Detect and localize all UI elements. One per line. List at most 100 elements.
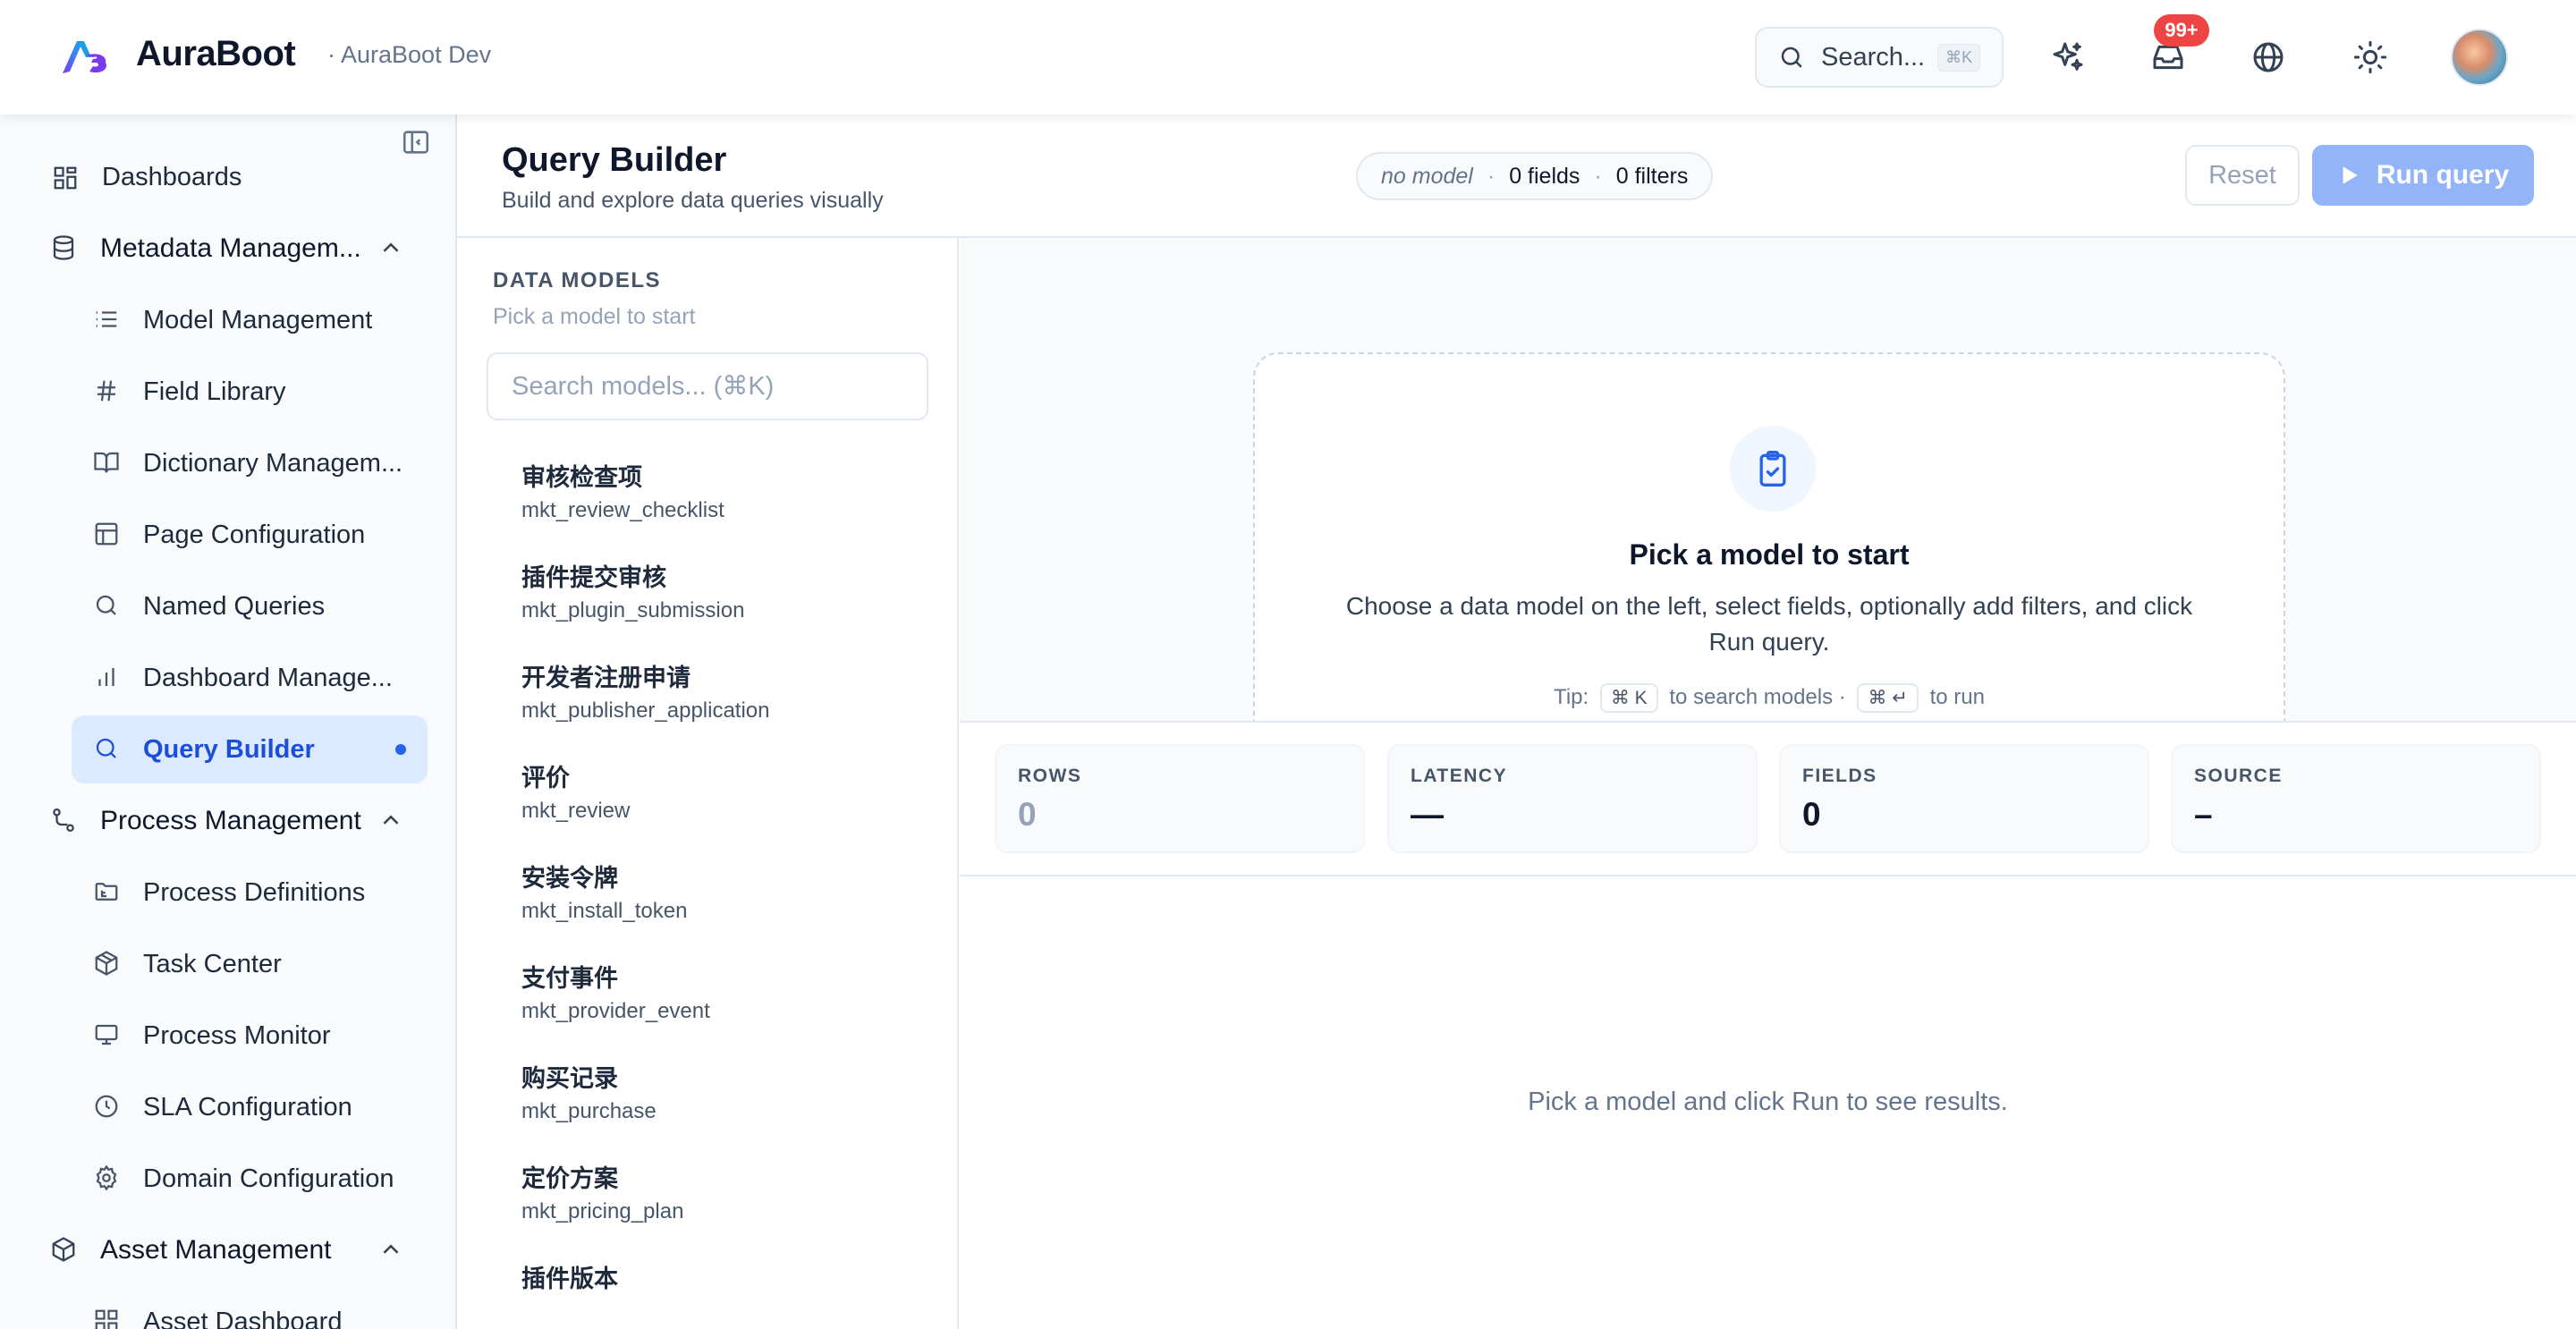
- search-icon: [96, 738, 116, 758]
- data-models-panel: DATA MODELS Pick a model to start 审核检查项 …: [457, 238, 959, 1329]
- stat-card-source: SOURCE –: [2171, 744, 2541, 853]
- sidebar-item-dashboard-management[interactable]: Dashboard Manage...: [0, 644, 455, 712]
- search-icon: [1781, 47, 1802, 68]
- play-icon: [2343, 166, 2358, 184]
- model-item[interactable]: 插件版本: [521, 1259, 618, 1299]
- results-area: Pick a model and click Run to see result…: [960, 876, 2576, 1329]
- stat-value: –: [2194, 796, 2213, 833]
- hash-icon: [97, 380, 115, 402]
- list-icon: [96, 311, 117, 327]
- sparkles-icon[interactable]: [2050, 39, 2086, 75]
- bar-chart-icon: [98, 668, 114, 686]
- stat-label: LATENCY: [1411, 766, 1508, 786]
- sidebar-item-label: Dictionary Managem...: [143, 448, 403, 478]
- sidebar-item-asset-dashboard[interactable]: Asset Dashboard: [0, 1288, 455, 1329]
- model-name: 安装令牌: [521, 865, 618, 893]
- sidebar-item-label: Task Center: [143, 949, 282, 978]
- stat-label: SOURCE: [2194, 766, 2283, 786]
- sidebar-item-model-management[interactable]: Model Management: [0, 286, 455, 354]
- sidebar-item-label: Process Monitor: [143, 1020, 331, 1050]
- auraboot-logo[interactable]: [59, 36, 111, 77]
- page-title: Query Builder: [502, 141, 727, 179]
- top-header: AuraBoot · AuraBoot Dev Search... ⌘K 99+: [0, 0, 2576, 114]
- model-name: 定价方案: [521, 1165, 618, 1193]
- sidebar-item-sla-configuration[interactable]: SLA Configuration: [0, 1073, 455, 1141]
- sidebar-group-metadata[interactable]: Metadata Managem...: [0, 215, 455, 283]
- clipboard-check-icon: [1759, 451, 1786, 487]
- stat-value: —: [1411, 796, 1444, 833]
- sidebar-item-label: Process Management: [100, 806, 361, 835]
- sidebar-item-label: Model Management: [143, 305, 373, 334]
- sun-icon[interactable]: [2352, 39, 2388, 75]
- sidebar-item-dictionary[interactable]: Dictionary Managem...: [0, 429, 455, 497]
- database-icon: [53, 235, 74, 260]
- environment-label: · AuraBoot Dev: [327, 41, 492, 68]
- stat-card-fields: FIELDS 0: [1779, 744, 2149, 853]
- sidebar-item-page-configuration[interactable]: Page Configuration: [0, 501, 455, 569]
- model-item[interactable]: 支付事件 mkt_provider_event: [521, 959, 710, 1024]
- global-search-button[interactable]: Search... ⌘K: [1755, 27, 2004, 88]
- empty-state-description: Choose a data model on the left, select …: [1345, 592, 2193, 656]
- sidebar-group-process[interactable]: Process Management: [0, 787, 455, 855]
- sidebar-item-label: Dashboard Manage...: [143, 663, 393, 692]
- model-code: mkt_pricing_plan: [521, 1199, 684, 1223]
- stat-card-latency: LATENCY —: [1387, 744, 1758, 853]
- sidebar-item-named-queries[interactable]: Named Queries: [0, 572, 455, 640]
- empty-state-icon-wrap: [1730, 426, 1816, 512]
- box-icon: [52, 1237, 75, 1262]
- models-subheading: Pick a model to start: [493, 304, 696, 329]
- query-status-pill: no model · 0 fields · 0 filters: [1356, 152, 1714, 200]
- model-name: 审核检查项: [521, 464, 642, 492]
- sidebar-item-domain-configuration[interactable]: Domain Configuration: [0, 1145, 455, 1213]
- models-search-input[interactable]: [487, 352, 928, 420]
- sidebar-item-process-definitions[interactable]: Process Definitions: [0, 859, 455, 927]
- model-item[interactable]: 评价 mkt_review: [521, 758, 630, 824]
- model-code: mkt_review_checklist: [521, 498, 724, 522]
- sidebar-item-label: Page Configuration: [143, 520, 366, 549]
- chevron-up-icon[interactable]: [377, 1236, 404, 1263]
- book-open-icon: [94, 452, 119, 473]
- workflow-icon: [53, 808, 74, 832]
- status-model: no model: [1381, 163, 1473, 189]
- notification-badge: 99+: [2154, 14, 2209, 47]
- model-name: 开发者注册申请: [521, 664, 691, 692]
- sidebar-item-task-center[interactable]: Task Center: [0, 930, 455, 998]
- sidebar-item-label: Asset Management: [100, 1235, 332, 1265]
- model-item[interactable]: 定价方案 mkt_pricing_plan: [521, 1159, 683, 1224]
- model-code: mkt_install_token: [521, 899, 688, 923]
- model-item[interactable]: 购买记录 mkt_purchase: [521, 1059, 657, 1124]
- chevron-up-icon[interactable]: [377, 234, 404, 261]
- run-query-label: Run query: [2376, 160, 2510, 190]
- tip-prefix: Tip:: [1554, 685, 1589, 709]
- sidebar-group-asset[interactable]: Asset Management: [0, 1216, 455, 1284]
- model-item[interactable]: 审核检查项 mkt_review_checklist: [521, 458, 724, 523]
- stat-card-rows: ROWS 0: [995, 744, 1365, 853]
- clock-icon: [95, 1095, 118, 1118]
- sidebar-item-query-builder[interactable]: Query Builder: [0, 715, 455, 783]
- results-empty-message: Pick a model and click Run to see result…: [1528, 1088, 2008, 1116]
- sidebar-item-dashboards[interactable]: Dashboards: [0, 143, 455, 211]
- model-item[interactable]: 安装令牌 mkt_install_token: [521, 859, 687, 924]
- model-code: mkt_plugin_submission: [521, 598, 745, 622]
- run-query-button[interactable]: Run query: [2312, 145, 2534, 206]
- kbd-search-models: ⌘ K: [1599, 683, 1658, 713]
- sidebar-item-label: Field Library: [143, 377, 286, 406]
- globe-icon[interactable]: [2250, 39, 2286, 75]
- separator-dot: ·: [1487, 163, 1496, 189]
- empty-state-title: Pick a model to start: [1629, 538, 1910, 571]
- empty-state-card: Pick a model to start Choose a data mode…: [1253, 352, 2285, 721]
- user-avatar[interactable]: [2451, 29, 2508, 86]
- sidebar-item-process-monitor[interactable]: Process Monitor: [0, 1002, 455, 1070]
- model-item[interactable]: 开发者注册申请 mkt_publisher_application: [521, 658, 770, 724]
- chevron-up-icon[interactable]: [377, 807, 404, 834]
- active-indicator-dot: [395, 744, 406, 755]
- stat-value: 0: [1802, 796, 1821, 833]
- gear-icon: [96, 1164, 117, 1191]
- page-subtitle: Build and explore data queries visually: [502, 188, 884, 213]
- status-fields: 0 fields: [1509, 163, 1580, 189]
- folder-tree-icon: [95, 883, 118, 901]
- model-code: mkt_publisher_application: [521, 698, 770, 723]
- reset-button[interactable]: Reset: [2185, 145, 2300, 206]
- model-item[interactable]: 插件提交审核 mkt_plugin_submission: [521, 558, 744, 623]
- sidebar-item-field-library[interactable]: Field Library: [0, 358, 455, 426]
